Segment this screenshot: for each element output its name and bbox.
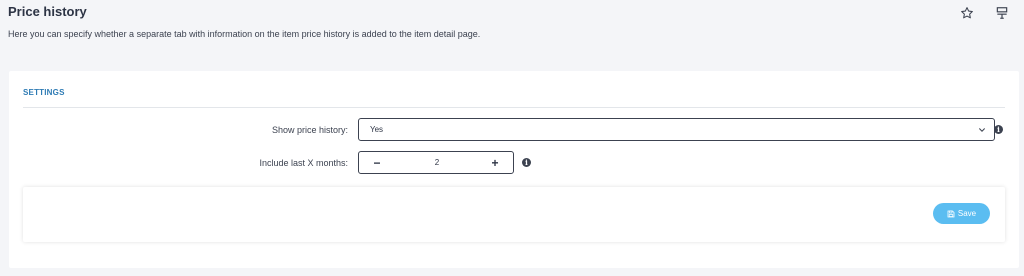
star-icon[interactable] [959, 5, 975, 21]
settings-card: SETTINGS Show price history: Yes i Inclu… [9, 71, 1019, 268]
decrement-button[interactable]: − [365, 152, 389, 173]
layout-icon[interactable] [994, 5, 1010, 21]
page-subtitle: Here you can specify whether a separate … [8, 29, 481, 39]
select-value: Yes [370, 125, 384, 134]
section-divider [23, 107, 1005, 108]
chevron-down-icon [977, 125, 987, 135]
save-label: Save [957, 209, 977, 218]
save-button[interactable]: Save [933, 203, 990, 224]
show-price-history-select[interactable]: Yes [358, 118, 995, 141]
page-header: Price history Here you can specify wheth… [0, 0, 1024, 60]
include-last-months-label: Include last X months: [259, 158, 348, 168]
months-stepper: − 2 + [358, 151, 514, 174]
info-icon[interactable]: i [994, 125, 1003, 134]
page-title: Price history [8, 4, 87, 19]
info-icon[interactable]: i [522, 158, 531, 167]
action-panel: Save [23, 187, 1005, 242]
floppy-disk-icon [947, 210, 955, 218]
show-price-history-label: Show price history: [271, 125, 348, 135]
increment-button[interactable]: + [483, 152, 507, 173]
months-value[interactable]: 2 [399, 158, 475, 167]
section-title: SETTINGS [23, 88, 65, 97]
